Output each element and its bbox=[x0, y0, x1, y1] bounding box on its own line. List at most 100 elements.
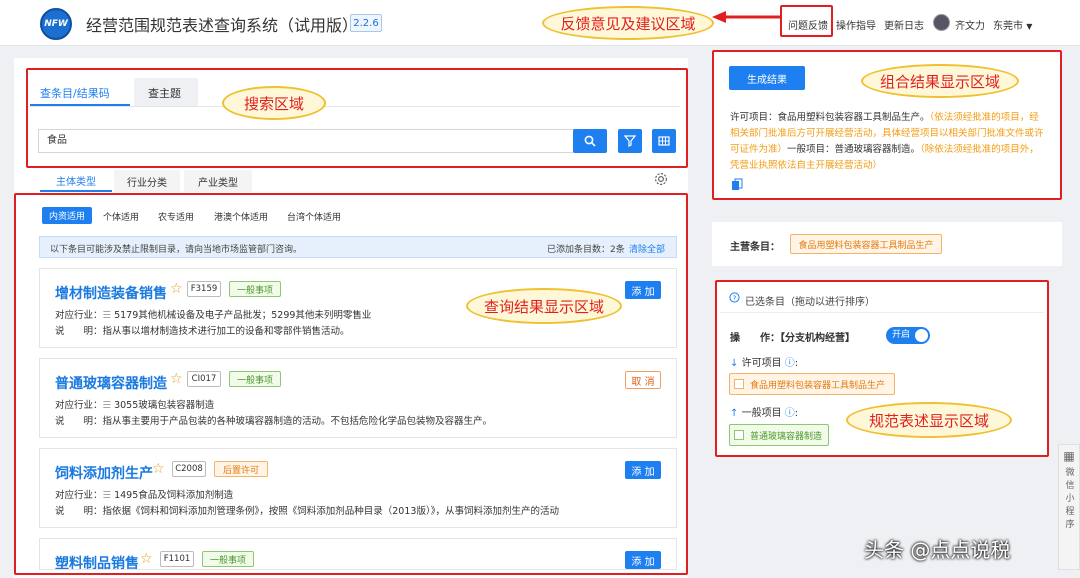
desc-value: 指从事以增材制造技术进行加工的设备和零部件销售活动。 bbox=[102, 326, 350, 337]
selected-permit-item[interactable]: 食品用塑料包装容器工具制品生产 bbox=[729, 373, 895, 395]
result-desc: 说 明：指依据《饲料和饲料添加剂管理条例》，按照《饲料添加剂品种目录（2013版… bbox=[55, 503, 559, 517]
copy-icon[interactable] bbox=[731, 178, 743, 192]
result-title[interactable]: 普通玻璃容器制造 bbox=[55, 373, 167, 393]
search-button[interactable] bbox=[573, 129, 607, 153]
callout-results: 查询结果显示区域 bbox=[466, 288, 622, 324]
result-desc: 说 明：指从事以增材制造技术进行加工的设备和零部件销售活动。 bbox=[55, 323, 350, 337]
callout-search: 搜索区域 bbox=[222, 86, 326, 120]
tab-divider bbox=[26, 106, 680, 107]
industry-label: 对应行业： bbox=[55, 310, 103, 321]
filter-icon bbox=[624, 135, 636, 147]
added-count: 已添加条目数：2条 bbox=[547, 245, 625, 255]
branch-toggle[interactable]: 开启 bbox=[886, 327, 930, 344]
desc-label: 说 明： bbox=[55, 326, 103, 337]
star-icon[interactable]: ☆ bbox=[170, 281, 183, 297]
version-badge: 2.2.6 bbox=[350, 14, 382, 32]
general-label: 一般项目 bbox=[741, 408, 782, 419]
tab-topic-label: 查主题 bbox=[148, 87, 181, 100]
desc-value: 指依据《饲料和饲料添加剂管理条例》，按照《饲料添加剂品种目录（2013版）》，从… bbox=[102, 506, 559, 517]
arrow-down-icon: ↓ bbox=[730, 358, 739, 369]
combined-line1: 许可项目：食品用塑料包装容器工具制品生产。 bbox=[730, 112, 930, 123]
avatar[interactable] bbox=[933, 14, 950, 31]
subtab-entity[interactable]: 主体类型 bbox=[40, 170, 112, 192]
header-link-guide[interactable]: 操作指导 bbox=[836, 17, 876, 32]
search-icon bbox=[584, 135, 596, 147]
filter-chip-domestic[interactable]: 内资适用 bbox=[42, 207, 92, 224]
industry-value: 1495食品及饲料添加剂制造 bbox=[114, 490, 234, 501]
result-code: CI017 bbox=[187, 371, 221, 387]
main-item-label: 主营条目： bbox=[730, 242, 780, 253]
general-item-label: 普通玻璃容器制造 bbox=[750, 431, 823, 442]
clear-all-link[interactable]: 清除全部 bbox=[629, 242, 665, 255]
toggle-knob bbox=[915, 329, 928, 342]
grid-view-button[interactable] bbox=[652, 129, 676, 153]
add-button[interactable]: 添 加 bbox=[625, 461, 661, 479]
city-select[interactable]: 东莞市 ▼ bbox=[993, 17, 1032, 32]
desc-value: 指从事主要用于产品包装的各种玻璃容器制造的活动。不包括危险化学品包装物及容器生产… bbox=[102, 416, 493, 427]
help-icon: ⓘ bbox=[784, 358, 795, 369]
search-value: 食品 bbox=[47, 135, 67, 146]
header-link-feedback[interactable]: 问题反馈 bbox=[788, 17, 828, 32]
checkbox-icon[interactable] bbox=[734, 430, 744, 440]
result-title[interactable]: 塑料制品销售 bbox=[55, 553, 139, 569]
filter-chip-farm[interactable]: 农专适用 bbox=[158, 210, 194, 223]
industry-label: 对应行业： bbox=[55, 400, 103, 411]
chevron-down-icon: ▼ bbox=[1026, 22, 1033, 31]
search-input[interactable]: 食品 bbox=[38, 129, 574, 153]
result-code: C2008 bbox=[172, 461, 206, 477]
add-button[interactable]: 添 加 bbox=[625, 281, 661, 299]
add-button[interactable]: 添 加 bbox=[625, 551, 661, 569]
callout-feedback: 反馈意见及建议区域 bbox=[542, 6, 714, 40]
result-desc: 说 明：指从事主要用于产品包装的各种玻璃容器制造的活动。不包括危险化学品包装物及… bbox=[55, 413, 492, 427]
qrcode-icon: ▦ bbox=[1063, 449, 1075, 463]
generate-result-button[interactable]: 生成结果 bbox=[729, 66, 805, 90]
callout-combined: 组合结果显示区域 bbox=[861, 64, 1019, 98]
help-circle-icon: ? bbox=[729, 292, 740, 303]
app-logo[interactable]: NFW bbox=[40, 8, 72, 40]
result-industry: 对应行业：☰ 3055玻璃包装容器制造 bbox=[55, 397, 214, 411]
result-title[interactable]: 饲料添加剂生产 bbox=[55, 463, 153, 483]
star-icon[interactable]: ☆ bbox=[170, 371, 183, 387]
result-tag: 一般事项 bbox=[202, 551, 254, 567]
industry-label: 对应行业： bbox=[55, 490, 103, 501]
svg-text:?: ? bbox=[733, 294, 737, 302]
list-icon: ☰ bbox=[102, 310, 115, 321]
cancel-button[interactable]: 取 消 bbox=[625, 371, 661, 389]
list-icon: ☰ bbox=[102, 490, 115, 501]
operation-label: 操 作：【分支机构经营】 bbox=[730, 333, 855, 344]
header-link-changelog[interactable]: 更新日志 bbox=[884, 17, 924, 32]
result-tag: 后置许可 bbox=[214, 461, 268, 477]
filter-chip-taiwan[interactable]: 台湾个体适用 bbox=[287, 210, 341, 223]
filter-chip-hkmo[interactable]: 港澳个体适用 bbox=[214, 210, 268, 223]
result-card: 塑料制品销售 ☆ F1101 一般事项 添 加 bbox=[39, 538, 677, 570]
result-tag: 一般事项 bbox=[229, 371, 281, 387]
gear-icon[interactable] bbox=[654, 172, 668, 186]
mini-program-widget[interactable]: ▦ 微信小程序 bbox=[1058, 444, 1080, 570]
general-heading: ↑ 一般项目 ⓘ: bbox=[730, 408, 799, 419]
result-industry: 对应行业：☰ 1495食品及饲料添加剂制造 bbox=[55, 487, 233, 501]
permit-item-label: 食品用塑料包装容器工具制品生产 bbox=[750, 380, 886, 391]
star-icon[interactable]: ☆ bbox=[140, 551, 153, 567]
filter-button[interactable] bbox=[618, 129, 642, 153]
tab-item-code[interactable]: 查条目/结果码 bbox=[40, 85, 110, 101]
selected-general-item[interactable]: 普通玻璃容器制造 bbox=[729, 424, 829, 446]
main-item-tag: 食品用塑料包装容器工具制品生产 bbox=[790, 234, 942, 254]
filter-chip-individual[interactable]: 个体适用 bbox=[103, 210, 139, 223]
city-label: 东莞市 bbox=[993, 21, 1023, 32]
list-icon: ☰ bbox=[102, 400, 115, 411]
subtab-industry[interactable]: 行业分类 bbox=[114, 170, 180, 192]
result-card: 饲料添加剂生产 ☆ C2008 后置许可 添 加 对应行业：☰ 1495食品及饲… bbox=[39, 448, 677, 528]
subtab-sector[interactable]: 产业类型 bbox=[184, 170, 252, 192]
star-icon[interactable]: ☆ bbox=[152, 461, 165, 477]
help-icon: ⓘ bbox=[784, 408, 795, 419]
result-code: F1101 bbox=[160, 551, 194, 567]
watermark: 头条 @点点说税 bbox=[864, 538, 1011, 562]
toggle-label: 开启 bbox=[892, 330, 911, 340]
desc-label: 说 明： bbox=[55, 416, 103, 427]
grid-icon bbox=[658, 136, 670, 146]
result-title[interactable]: 增材制造装备销售 bbox=[55, 283, 167, 303]
user-name[interactable]: 齐文力 bbox=[955, 17, 985, 32]
selected-header-divider bbox=[720, 312, 1044, 313]
permit-heading: ↓ 许可项目 ⓘ: bbox=[730, 358, 799, 369]
checkbox-icon[interactable] bbox=[734, 379, 744, 389]
